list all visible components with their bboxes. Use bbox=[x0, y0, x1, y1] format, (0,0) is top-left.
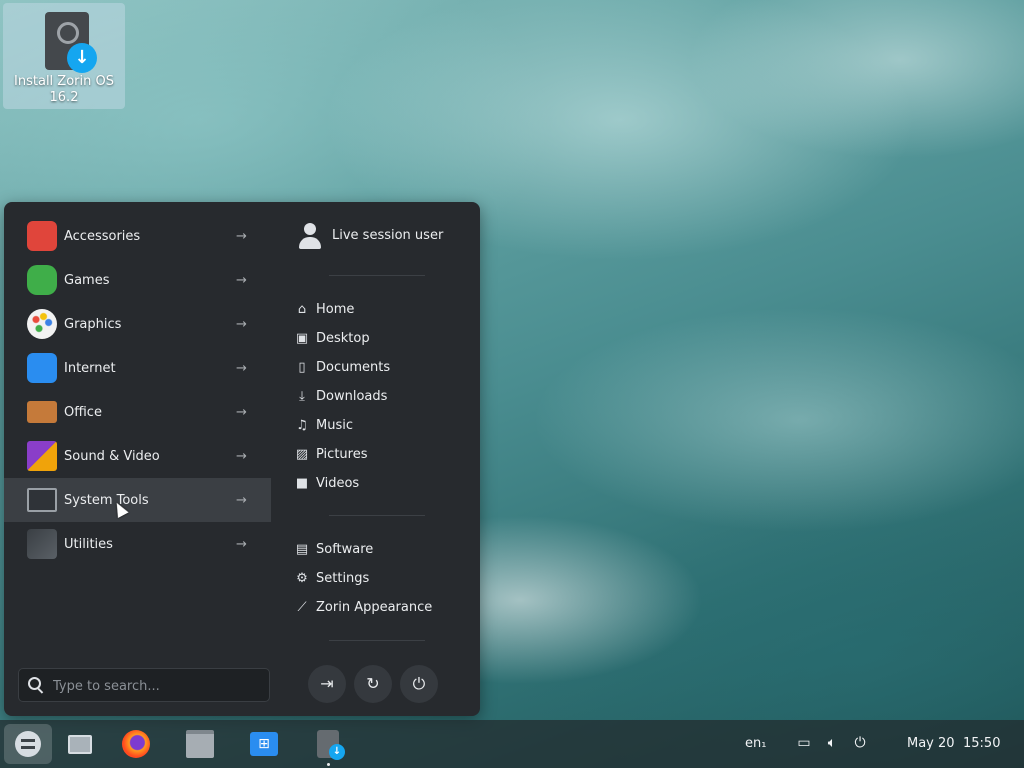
place-label: Pictures bbox=[316, 446, 368, 462]
system-label: Settings bbox=[316, 570, 370, 586]
taskbar: ⊞ ↓ en₁ ▭ 🔈︎ ⏻ May 20 15:50 bbox=[0, 720, 1024, 768]
system-zorin-appearance[interactable]: ⟋ Zorin Appearance bbox=[294, 595, 464, 619]
clock-time[interactable]: 15:50 bbox=[963, 736, 1000, 751]
place-music[interactable]: ♫ Music bbox=[294, 413, 464, 437]
place-label: Videos bbox=[316, 475, 360, 491]
arrow-right-icon: → bbox=[236, 272, 247, 288]
category-utilities[interactable]: Utilities → bbox=[4, 522, 271, 566]
category-label: System Tools bbox=[64, 492, 149, 508]
downloads-icon: ⤓ bbox=[299, 388, 305, 404]
system-label: Zorin Appearance bbox=[316, 599, 433, 615]
display-icon[interactable]: ▭ bbox=[795, 734, 813, 752]
separator bbox=[329, 275, 425, 276]
category-label: Graphics bbox=[64, 316, 122, 332]
place-videos[interactable]: ■ Videos bbox=[294, 471, 464, 495]
internet-icon bbox=[27, 353, 57, 383]
graphics-icon bbox=[27, 309, 57, 339]
category-label: Games bbox=[64, 272, 110, 288]
place-documents[interactable]: ▯ Documents bbox=[294, 355, 464, 379]
zorin-logo-icon bbox=[15, 731, 41, 757]
search-box[interactable] bbox=[18, 668, 270, 702]
category-office[interactable]: Office → bbox=[4, 390, 271, 434]
settings-icon: ⚙ bbox=[296, 570, 308, 586]
desktop-folder-icon: ▣ bbox=[295, 330, 309, 346]
category-games[interactable]: Games → bbox=[4, 258, 271, 302]
system-tools-icon bbox=[27, 488, 57, 512]
volume-icon[interactable]: 🔈︎ bbox=[823, 734, 841, 752]
utilities-icon bbox=[27, 529, 57, 559]
music-icon: ♫ bbox=[296, 417, 308, 433]
pictures-icon: ▨ bbox=[295, 446, 309, 462]
zorin-menu-button[interactable] bbox=[4, 724, 52, 764]
folder-icon bbox=[186, 730, 214, 758]
windows-icon bbox=[68, 734, 92, 754]
place-pictures[interactable]: ▨ Pictures bbox=[294, 442, 464, 466]
firefox-button[interactable] bbox=[112, 724, 160, 764]
category-label: Accessories bbox=[64, 228, 141, 244]
user-button[interactable]: Live session user bbox=[297, 222, 467, 250]
search-icon bbox=[28, 677, 41, 690]
category-label: Office bbox=[64, 404, 102, 420]
place-label: Home bbox=[316, 301, 355, 317]
category-graphics[interactable]: Graphics → bbox=[4, 302, 271, 346]
install-zorin-desktop-icon[interactable]: ↓ Install Zorin OS 16.2 bbox=[3, 3, 125, 109]
office-icon bbox=[27, 401, 57, 423]
arrow-right-icon: → bbox=[236, 360, 247, 376]
category-label: Utilities bbox=[64, 536, 113, 552]
videos-icon: ■ bbox=[295, 475, 309, 491]
firefox-icon bbox=[122, 730, 150, 758]
games-icon bbox=[27, 265, 57, 295]
workspace-switcher-button[interactable] bbox=[56, 724, 104, 764]
category-accessories[interactable]: Accessories → bbox=[4, 214, 271, 258]
documents-icon: ▯ bbox=[298, 359, 306, 375]
arrow-right-icon: → bbox=[236, 316, 247, 332]
arrow-right-icon: → bbox=[236, 404, 247, 420]
category-label: Internet bbox=[64, 360, 116, 376]
search-input[interactable] bbox=[51, 675, 255, 697]
installer-icon: ↓ bbox=[317, 730, 345, 760]
category-sound-video[interactable]: Sound & Video → bbox=[4, 434, 271, 478]
arrow-right-icon: → bbox=[236, 536, 247, 552]
sound-video-icon bbox=[27, 441, 57, 471]
installer-taskbar-button[interactable]: ↓ bbox=[304, 724, 352, 766]
user-label: Live session user bbox=[332, 228, 444, 243]
power-icon[interactable]: ⏻ bbox=[851, 734, 869, 752]
separator bbox=[329, 640, 425, 641]
logout-button[interactable]: ⇥ bbox=[308, 665, 346, 703]
system-software[interactable]: ▤ Software bbox=[294, 537, 464, 561]
separator bbox=[329, 515, 425, 516]
running-indicator bbox=[327, 763, 330, 766]
category-internet[interactable]: Internet → bbox=[4, 346, 271, 390]
place-downloads[interactable]: ⤓ Downloads bbox=[294, 384, 464, 408]
software-store-button[interactable]: ⊞ bbox=[240, 724, 288, 764]
files-button[interactable] bbox=[176, 724, 224, 764]
restart-button[interactable]: ↻ bbox=[354, 665, 392, 703]
clock-date[interactable]: May 20 bbox=[907, 736, 955, 751]
place-label: Music bbox=[316, 417, 353, 433]
place-label: Documents bbox=[316, 359, 391, 375]
accessories-icon bbox=[27, 221, 57, 251]
user-avatar-icon bbox=[297, 222, 323, 250]
start-menu: Accessories → Games → Graphics → Interne… bbox=[4, 202, 480, 716]
home-icon: ⌂ bbox=[297, 301, 307, 317]
desktop-icon-label: Install Zorin OS 16.2 bbox=[14, 74, 114, 105]
system-label: Software bbox=[316, 541, 374, 557]
place-desktop[interactable]: ▣ Desktop bbox=[294, 326, 464, 350]
system-settings[interactable]: ⚙ Settings bbox=[294, 566, 464, 590]
software-icon: ▤ bbox=[295, 541, 309, 557]
download-badge-icon: ↓ bbox=[67, 43, 97, 73]
power-off-button[interactable]: ⏻ bbox=[400, 665, 438, 703]
arrow-right-icon: → bbox=[236, 448, 247, 464]
appearance-icon: ⟋ bbox=[297, 599, 307, 615]
category-label: Sound & Video bbox=[64, 448, 160, 464]
category-system-tools[interactable]: System Tools → bbox=[4, 478, 271, 522]
arrow-right-icon: → bbox=[236, 228, 247, 244]
arrow-right-icon: → bbox=[236, 492, 247, 508]
place-home[interactable]: ⌂ Home bbox=[294, 297, 464, 321]
place-label: Desktop bbox=[316, 330, 370, 346]
software-store-icon: ⊞ bbox=[250, 732, 278, 756]
place-label: Downloads bbox=[316, 388, 388, 404]
keyboard-layout-indicator[interactable]: en₁ bbox=[745, 736, 766, 751]
